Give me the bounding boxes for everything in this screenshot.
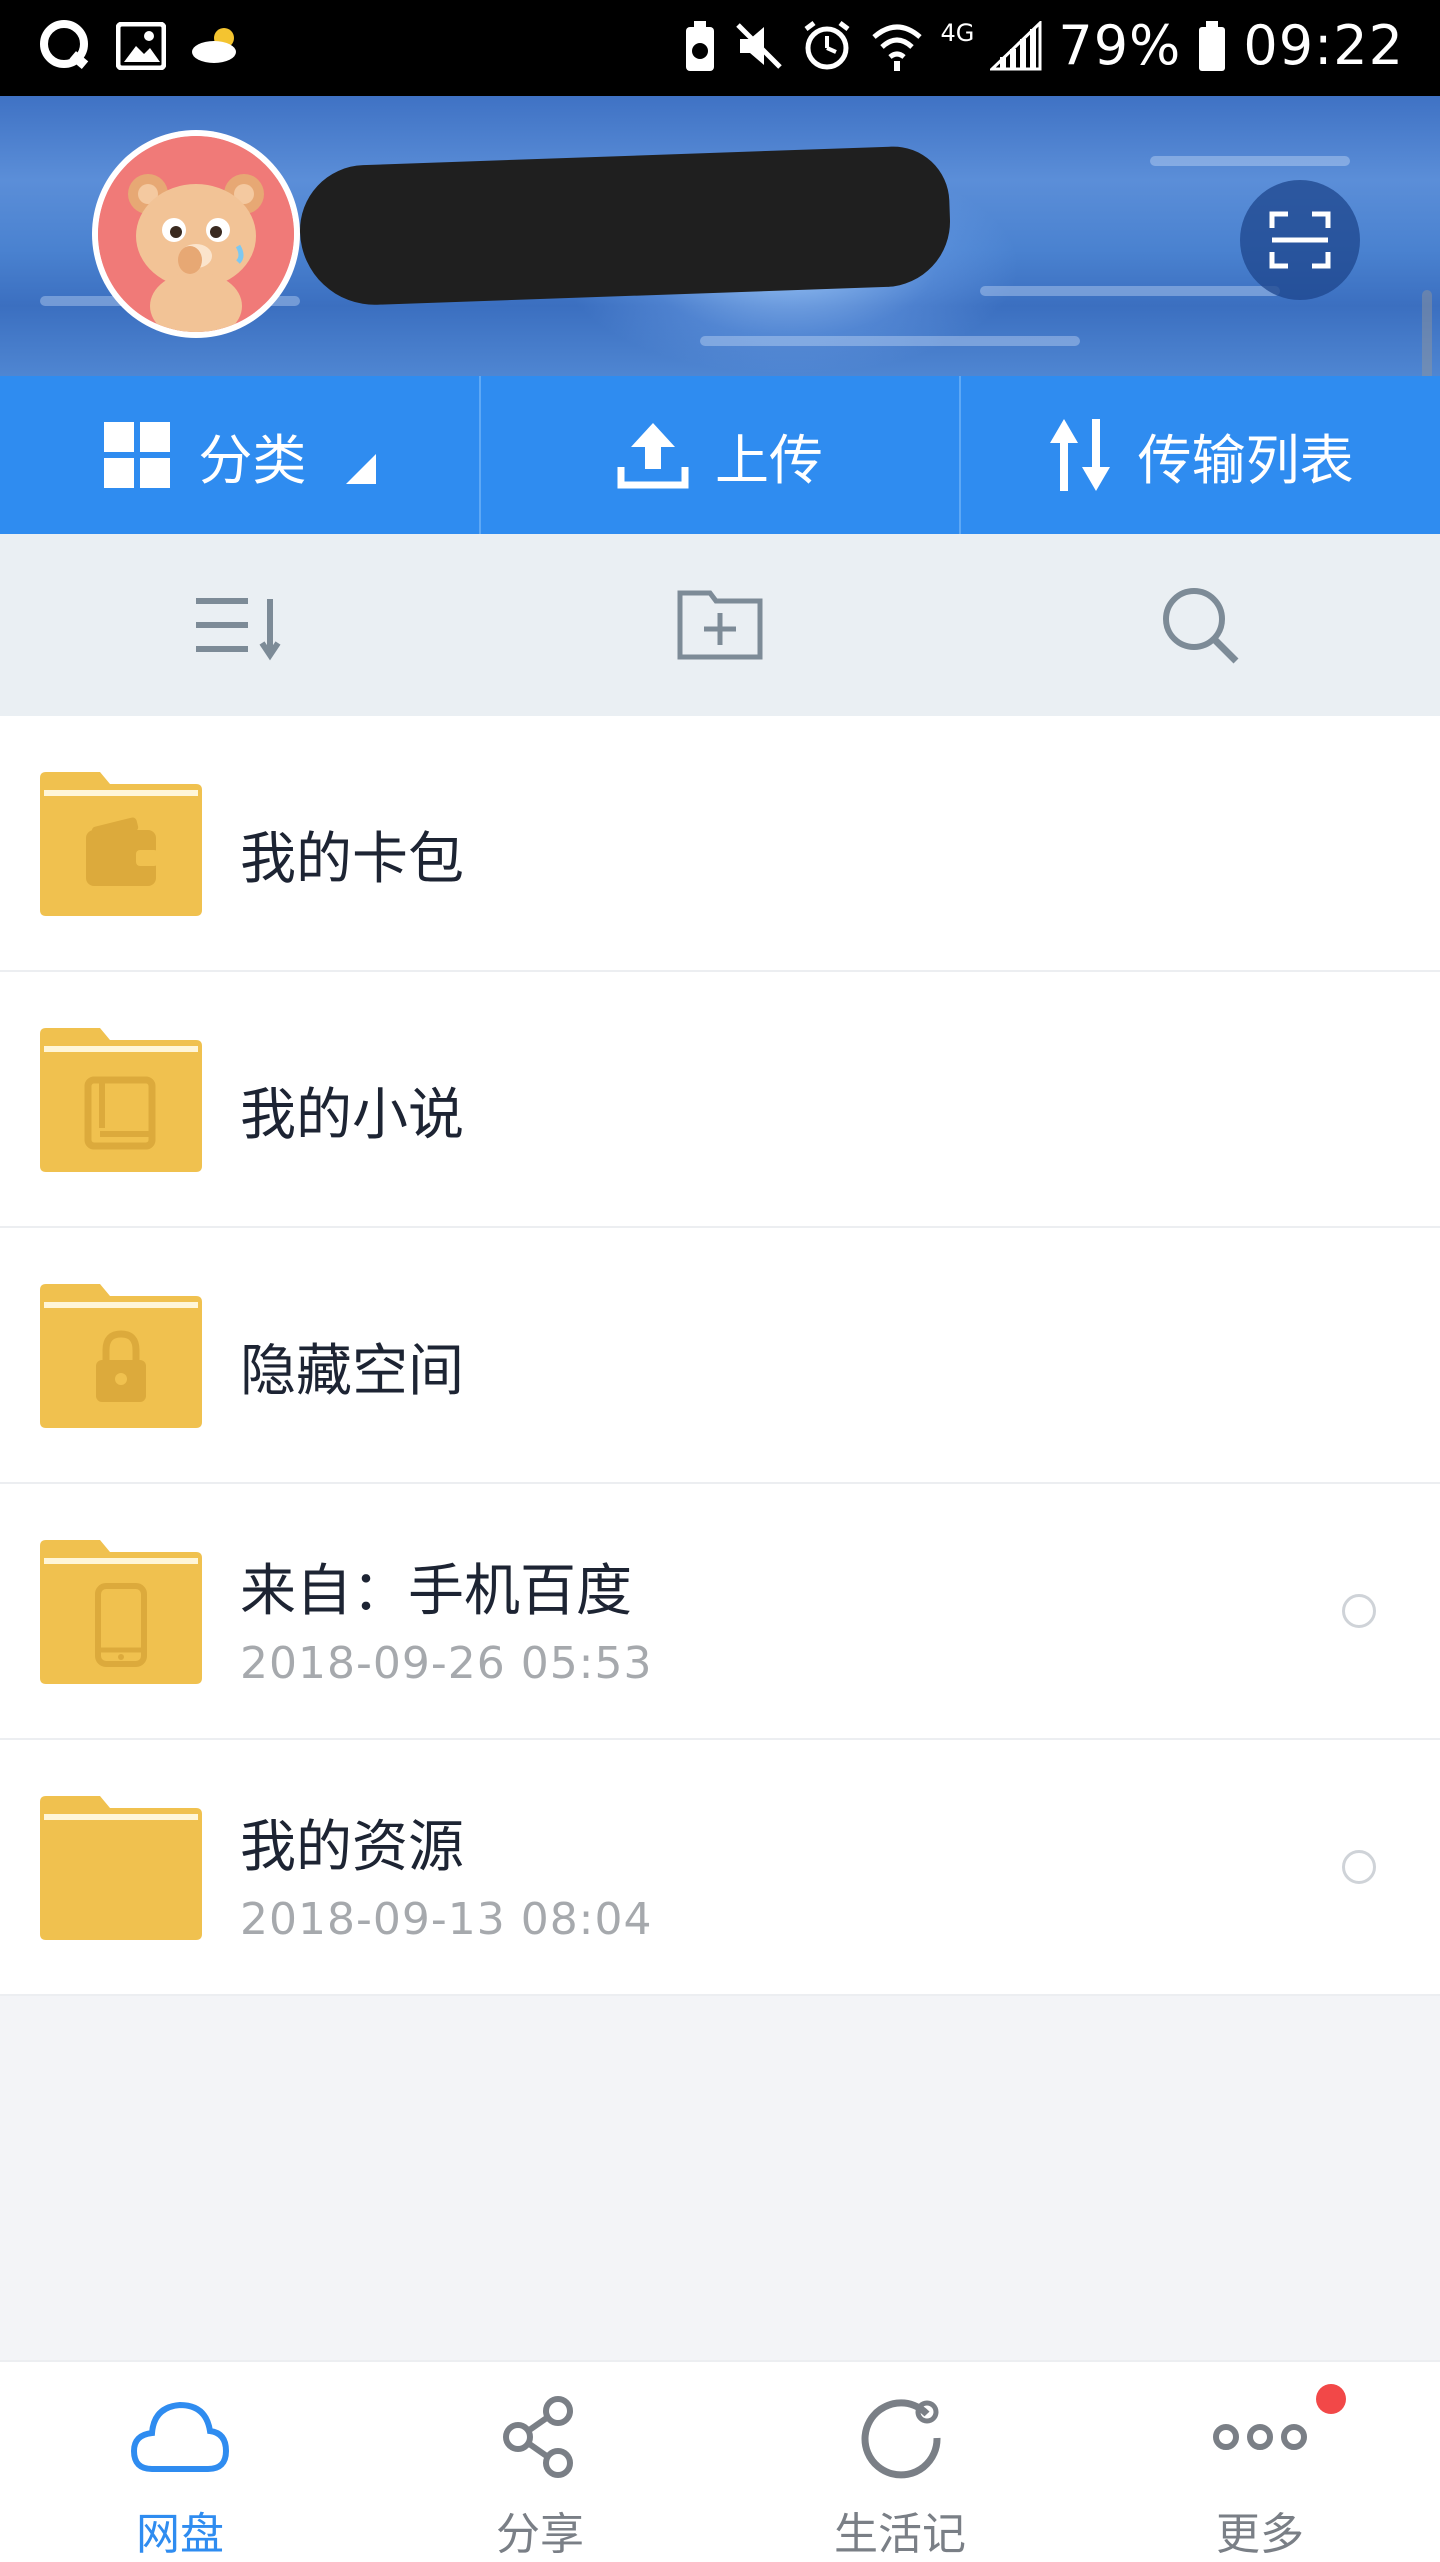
file-date: 2018-09-26 05:53 xyxy=(240,1638,653,1689)
file-name: 我的资源 xyxy=(240,1815,464,1880)
upload-button[interactable]: 上传 xyxy=(481,376,962,534)
status-bar: 4G 79% 09:22 xyxy=(0,0,1440,96)
file-date: 2018-09-13 08:04 xyxy=(240,1894,653,1945)
transfer-list-button[interactable]: 传输列表 xyxy=(961,376,1440,534)
action-bar: 分类 上传 传输列表 xyxy=(0,376,1440,534)
new-folder-button[interactable] xyxy=(480,534,960,716)
nav-label: 网盘 xyxy=(136,2509,224,2560)
sort-icon xyxy=(196,598,281,661)
share-icon xyxy=(503,2396,573,2478)
transfer-list-label: 传输列表 xyxy=(1137,428,1354,492)
dropdown-triangle-icon xyxy=(346,454,377,484)
header-wave xyxy=(1150,156,1350,166)
network-type: 4G xyxy=(940,18,975,47)
transfer-icon xyxy=(1049,419,1110,491)
nav-item-share[interactable]: 分享 xyxy=(360,2362,720,2562)
list-item[interactable]: 来自：手机百度 2018-09-26 05:53 xyxy=(0,1484,1440,1740)
file-name: 来自：手机百度 xyxy=(240,1559,632,1624)
scan-button[interactable] xyxy=(1240,180,1360,300)
battery-saver-icon xyxy=(682,19,718,73)
new-folder-icon xyxy=(677,590,763,660)
qq-icon xyxy=(38,18,94,74)
nav-label: 生活记 xyxy=(834,2509,966,2560)
bear-avatar-icon xyxy=(98,136,294,332)
folder-icon xyxy=(40,1796,202,1940)
weather-icon xyxy=(188,26,244,66)
battery-percent: 79% xyxy=(1058,14,1182,77)
folder-book-icon xyxy=(40,1028,202,1172)
list-item[interactable]: 我的小说 xyxy=(0,972,1440,1228)
life-icon xyxy=(861,2399,941,2479)
notification-badge xyxy=(1316,2384,1346,2414)
search-icon xyxy=(1163,588,1239,664)
mute-icon xyxy=(734,21,784,71)
upload-icon xyxy=(617,423,689,489)
bottom-nav: 网盘 分享 生活记 更多 xyxy=(0,2360,1440,2562)
folder-phone-icon xyxy=(40,1540,202,1684)
avatar[interactable] xyxy=(92,130,300,338)
alarm-icon xyxy=(800,19,854,73)
scan-icon xyxy=(1269,211,1331,269)
more-icon xyxy=(1213,2424,1307,2450)
battery-icon xyxy=(1197,19,1227,73)
list-item[interactable]: 我的资源 2018-09-13 08:04 xyxy=(0,1740,1440,1996)
file-name: 我的卡包 xyxy=(240,827,464,892)
folder-wallet-icon xyxy=(40,772,202,916)
category-label: 分类 xyxy=(198,428,307,492)
file-toolbar xyxy=(0,534,1440,716)
profile-header xyxy=(0,96,1440,376)
signal-icon xyxy=(990,20,1042,71)
wifi-icon xyxy=(870,19,924,73)
category-button[interactable]: 分类 xyxy=(0,376,481,534)
gallery-icon xyxy=(116,22,166,70)
file-name: 隐藏空间 xyxy=(240,1339,464,1404)
nav-item-more[interactable]: 更多 xyxy=(1080,2362,1440,2562)
select-checkbox[interactable] xyxy=(1342,1850,1376,1884)
list-item[interactable]: 隐藏空间 xyxy=(0,1228,1440,1484)
cloud-icon xyxy=(130,2401,230,2472)
upload-label: 上传 xyxy=(715,428,823,492)
nav-label: 分享 xyxy=(496,2509,584,2560)
clock: 09:22 xyxy=(1243,14,1404,77)
nav-label: 更多 xyxy=(1216,2509,1304,2560)
header-wave xyxy=(980,286,1280,296)
nav-item-life[interactable]: 生活记 xyxy=(720,2362,1080,2562)
sort-button[interactable] xyxy=(0,534,480,716)
list-item[interactable]: 我的卡包 xyxy=(0,716,1440,972)
redacted-username xyxy=(297,144,953,308)
nav-item-netdisk[interactable]: 网盘 xyxy=(0,2362,360,2562)
file-name: 我的小说 xyxy=(240,1083,464,1148)
select-checkbox[interactable] xyxy=(1342,1594,1376,1628)
file-list: 我的卡包 我的小说 隐藏空间 来自：手机百度 2018-09-26 05:53 … xyxy=(0,716,1440,1996)
header-wave xyxy=(700,336,1080,346)
folder-lock-icon xyxy=(40,1284,202,1428)
search-button[interactable] xyxy=(960,534,1440,716)
grid-icon xyxy=(104,422,171,488)
